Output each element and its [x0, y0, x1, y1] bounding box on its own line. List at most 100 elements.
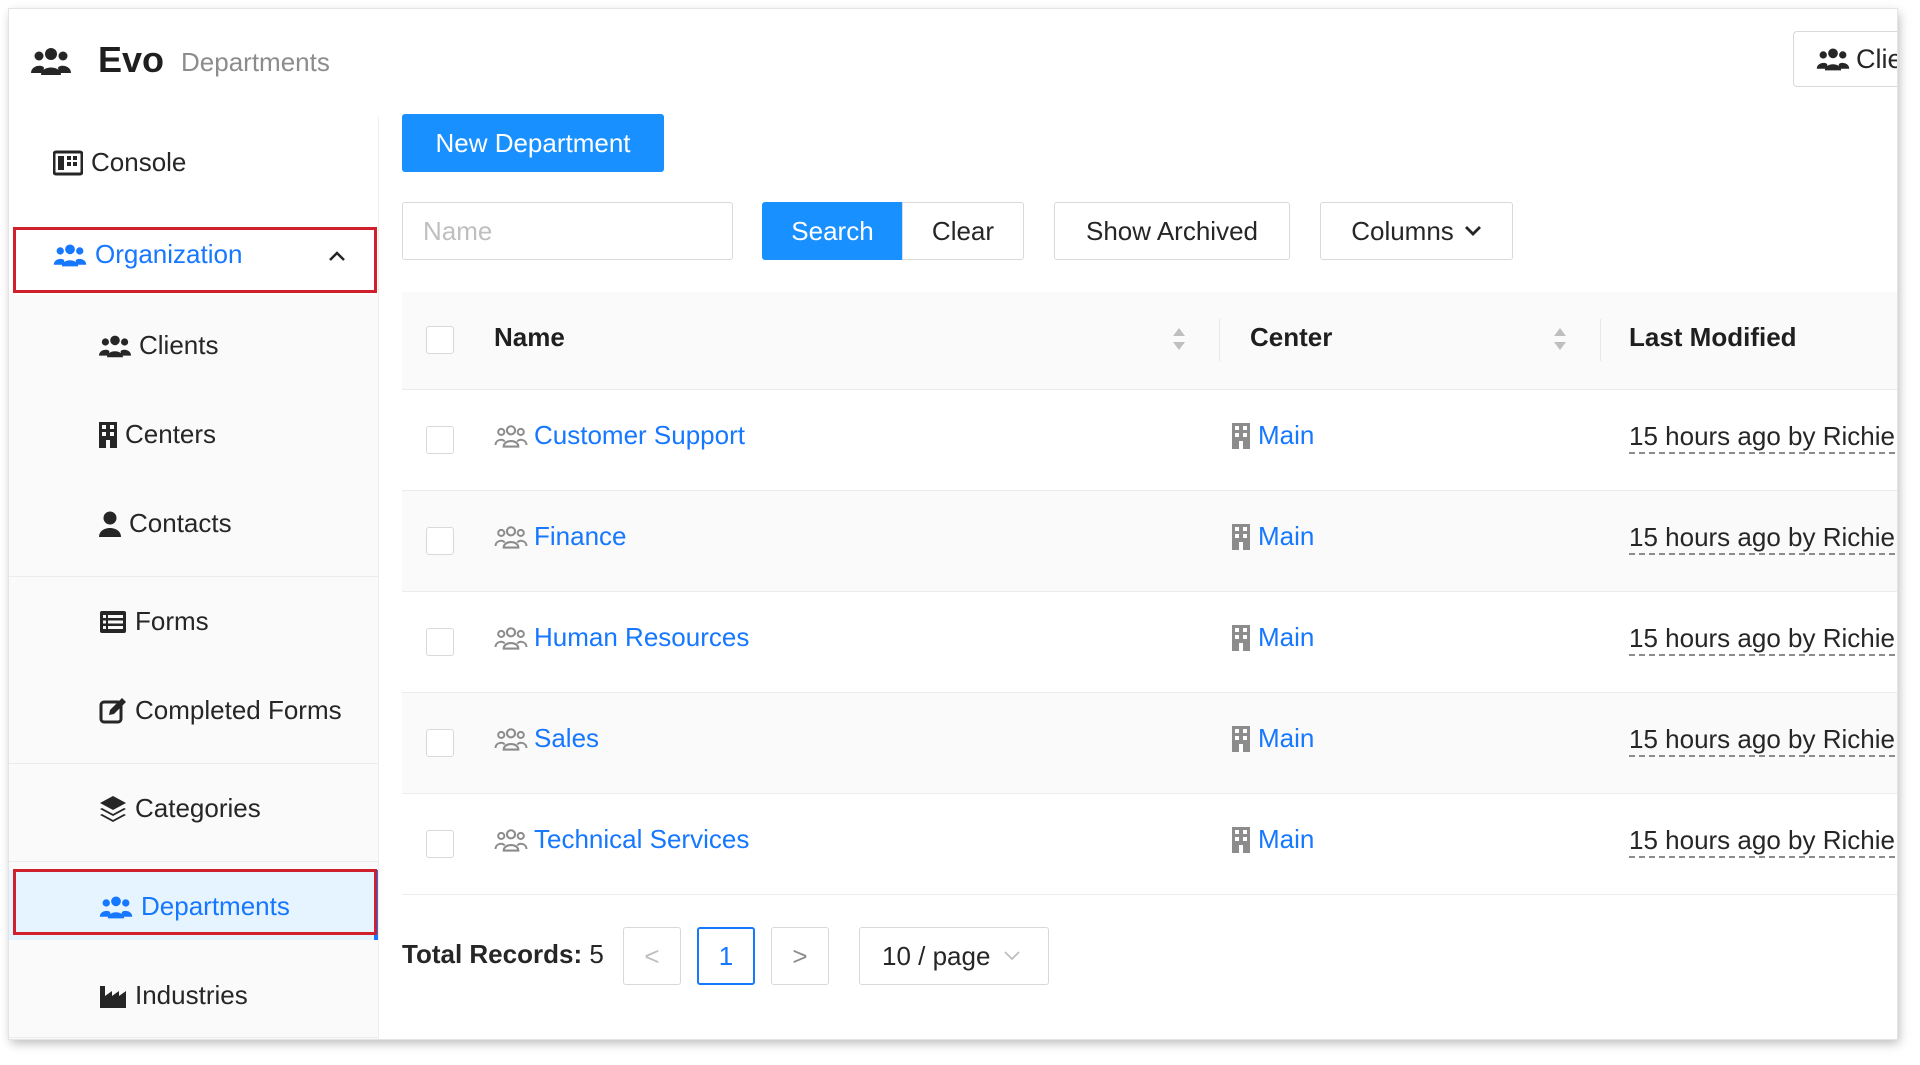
table-row: Finance Main 15 hours ago by Richie — [402, 491, 1897, 592]
table-row: Human Resources Main 15 hours ago by Ric… — [402, 592, 1897, 693]
columns-button-label: Columns — [1351, 215, 1454, 246]
department-link[interactable]: Technical Services — [494, 824, 749, 855]
prev-page-button[interactable]: < — [623, 927, 681, 985]
sidebar-item-contacts[interactable]: Contacts — [99, 508, 232, 539]
chevron-down-icon — [1464, 226, 1481, 236]
center-link[interactable]: Main — [1232, 824, 1314, 855]
sidebar-item-label: Clients — [139, 330, 219, 360]
center-link[interactable]: Main — [1232, 723, 1314, 754]
row-checkbox[interactable] — [426, 628, 454, 656]
console-icon — [53, 150, 83, 175]
department-name: Finance — [534, 521, 627, 551]
center-name: Main — [1258, 420, 1315, 450]
sidebar-item-label: Forms — [135, 606, 209, 636]
app-name: Evo — [98, 39, 165, 80]
center-link[interactable]: Main — [1232, 420, 1314, 451]
clients-shortcut-label: Clie — [1856, 43, 1897, 74]
department-name: Human Resources — [534, 622, 750, 652]
center-name: Main — [1258, 824, 1315, 854]
app-window: Evo Departments Clie Console Organizatio… — [9, 9, 1897, 1039]
building-icon — [1232, 523, 1250, 550]
row-checkbox[interactable] — [426, 729, 454, 757]
department-name: Sales — [534, 723, 600, 753]
clients-shortcut-button[interactable]: Clie — [1793, 31, 1897, 87]
select-all-checkbox[interactable] — [426, 326, 454, 354]
page-size-select[interactable]: 10 / page — [859, 927, 1049, 985]
table-header: Name Center Last Modified — [402, 292, 1897, 390]
columns-button[interactable]: Columns — [1320, 202, 1513, 260]
building-icon — [1232, 826, 1250, 853]
sidebar-item-categories[interactable]: Categories — [99, 793, 261, 824]
building-icon — [1232, 422, 1250, 449]
department-name: Technical Services — [534, 824, 750, 854]
users-icon — [31, 48, 71, 75]
new-department-button[interactable]: New Department — [402, 114, 664, 172]
sidebar-item-label: Centers — [125, 419, 217, 449]
users-outline-icon — [494, 727, 528, 751]
page-1-button[interactable]: 1 — [697, 927, 755, 985]
users-outline-icon — [494, 525, 528, 549]
center-name: Main — [1258, 723, 1315, 753]
name-search-input[interactable]: Name — [402, 202, 733, 260]
sidebar-item-console[interactable]: Console — [53, 147, 186, 178]
sidebar: Console Organization Clients Centers Con… — [9, 117, 379, 1039]
users-outline-icon — [494, 626, 528, 650]
sort-icon[interactable] — [1172, 325, 1186, 353]
list-icon — [100, 610, 126, 633]
last-modified[interactable]: 15 hours ago by Richie — [1629, 824, 1895, 858]
department-link[interactable]: Human Resources — [494, 622, 749, 653]
sidebar-item-forms[interactable]: Forms — [99, 606, 209, 637]
next-page-button[interactable]: > — [771, 927, 829, 985]
sidebar-item-centers[interactable]: Centers — [99, 419, 216, 450]
center-link[interactable]: Main — [1232, 622, 1314, 653]
column-header-center[interactable]: Center — [1250, 322, 1332, 353]
last-modified[interactable]: 15 hours ago by Richie — [1629, 622, 1895, 656]
app-header: Evo Departments Clie — [9, 9, 1897, 117]
highlight-departments — [13, 869, 377, 935]
users-outline-icon — [494, 828, 528, 852]
table-row: Customer Support Main 15 hours ago by Ri… — [402, 390, 1897, 491]
sidebar-item-label: Categories — [135, 793, 261, 823]
sort-icon[interactable] — [1553, 325, 1567, 353]
total-records-value: 5 — [589, 939, 604, 969]
table-row: Sales Main 15 hours ago by Richie — [402, 693, 1897, 794]
sidebar-item-label: Completed Forms — [135, 695, 342, 725]
building-icon — [99, 421, 117, 448]
column-header-last-modified[interactable]: Last Modified — [1629, 322, 1797, 353]
chevron-down-icon — [1004, 951, 1021, 961]
center-link[interactable]: Main — [1232, 521, 1314, 552]
show-archived-button[interactable]: Show Archived — [1054, 202, 1290, 260]
center-name: Main — [1258, 521, 1315, 551]
search-button[interactable]: Search — [762, 202, 903, 260]
total-records-label: Total Records: — [402, 939, 583, 969]
row-checkbox[interactable] — [426, 830, 454, 858]
sidebar-item-industries[interactable]: Industries — [99, 980, 248, 1011]
users-outline-icon — [494, 424, 528, 448]
column-header-name[interactable]: Name — [494, 322, 565, 353]
sidebar-item-label: Industries — [135, 980, 248, 1010]
users-icon — [1816, 48, 1850, 71]
sidebar-item-clients[interactable]: Clients — [99, 330, 218, 361]
row-checkbox[interactable] — [426, 527, 454, 555]
sidebar-item-completed-forms[interactable]: Completed Forms — [99, 695, 342, 726]
department-link[interactable]: Finance — [494, 521, 627, 552]
sidebar-item-label: Console — [91, 147, 187, 177]
last-modified[interactable]: 15 hours ago by Richie — [1629, 420, 1895, 454]
clear-button[interactable]: Clear — [902, 202, 1024, 260]
page-label: Departments — [181, 47, 330, 77]
layers-icon — [100, 795, 126, 822]
highlight-organization — [13, 227, 377, 293]
department-link[interactable]: Sales — [494, 723, 599, 754]
building-icon — [1232, 725, 1250, 752]
table-row: Technical Services Main 15 hours ago by … — [402, 794, 1897, 895]
last-modified[interactable]: 15 hours ago by Richie — [1629, 521, 1895, 555]
last-modified[interactable]: 15 hours ago by Richie — [1629, 723, 1895, 757]
industry-icon — [100, 985, 126, 1008]
building-icon — [1232, 624, 1250, 651]
center-name: Main — [1258, 622, 1315, 652]
department-link[interactable]: Customer Support — [494, 420, 745, 451]
user-icon — [99, 511, 121, 537]
sidebar-item-label: Contacts — [129, 508, 232, 538]
row-checkbox[interactable] — [426, 426, 454, 454]
page-size-value: 10 / page — [882, 940, 991, 971]
